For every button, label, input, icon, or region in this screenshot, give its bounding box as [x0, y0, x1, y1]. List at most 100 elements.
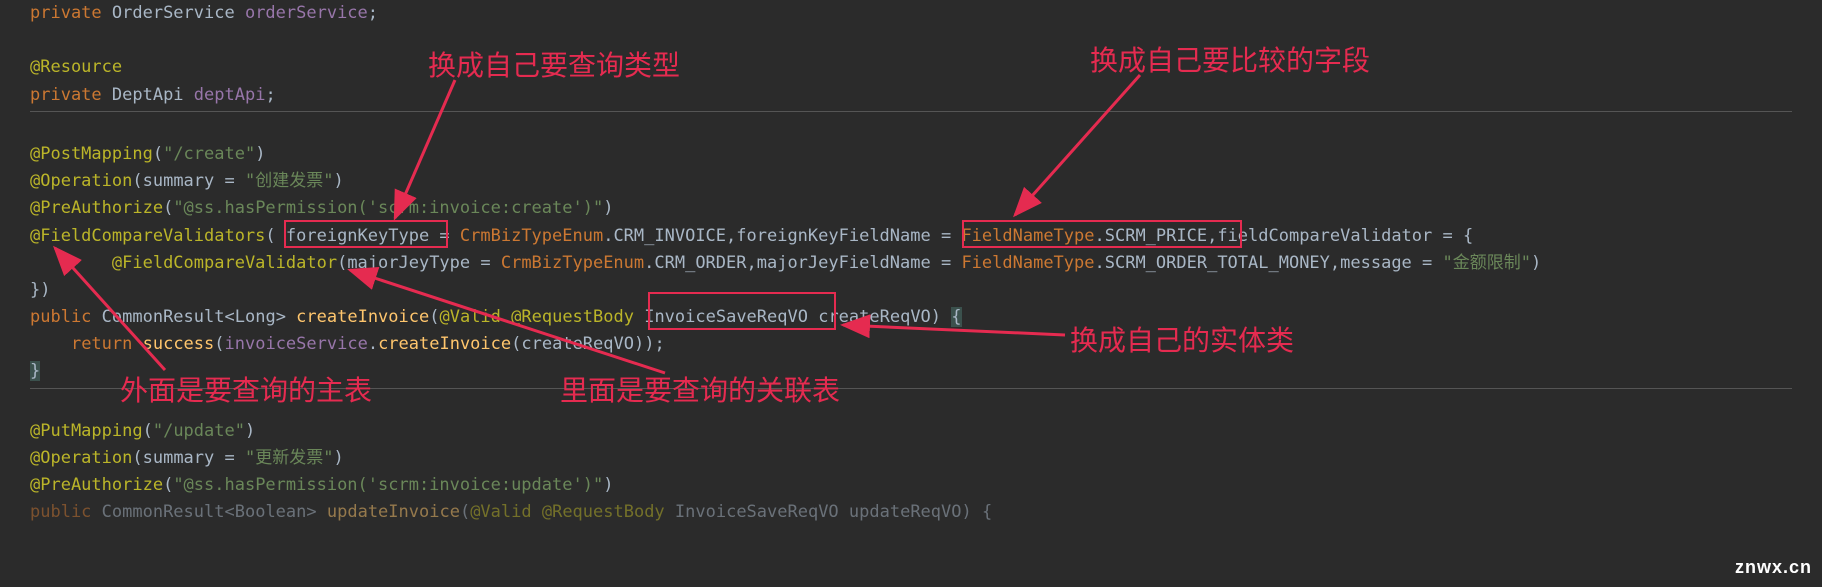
- punct: (: [214, 334, 224, 354]
- code-line: @PostMapping("/create"): [30, 141, 1792, 168]
- keyword: private: [30, 85, 102, 105]
- punct: ): [603, 198, 613, 218]
- punct: =: [439, 226, 459, 246]
- punct: (: [511, 334, 521, 354]
- punct: (: [153, 144, 163, 164]
- method: createInvoice: [378, 334, 511, 354]
- method: success: [143, 334, 215, 354]
- code-line: @Operation(summary = "创建发票"): [30, 168, 1792, 195]
- param: createReqVO: [818, 307, 931, 327]
- field: invoiceService: [225, 334, 368, 354]
- type: CommonResult: [102, 502, 225, 522]
- string: "@ss.hasPermission('scrm:invoice:update'…: [173, 475, 603, 495]
- code-line: }): [30, 277, 1792, 304]
- method: createInvoice: [296, 307, 429, 327]
- type: OrderService: [102, 3, 245, 23]
- divider: [30, 111, 1792, 112]
- enum: FieldNameType: [961, 226, 1094, 246]
- punct: ): [333, 448, 343, 468]
- punct: ): [931, 307, 951, 327]
- punct: );: [644, 334, 664, 354]
- code-line: @PreAuthorize("@ss.hasPermission('scrm:i…: [30, 472, 1792, 499]
- code-line: private DeptApi deptApi;: [30, 82, 1792, 109]
- punct: (: [163, 198, 173, 218]
- annotation: @Resource: [30, 57, 122, 77]
- punct: ;: [368, 3, 378, 23]
- value: .SCRM_PRICE,: [1095, 226, 1218, 246]
- annotation: @Operation: [30, 448, 132, 468]
- punct: ): [333, 171, 343, 191]
- punct: ): [603, 475, 613, 495]
- annotation: @PreAuthorize: [30, 475, 163, 495]
- code-line: @Resource: [30, 54, 1792, 81]
- punct: ) {: [962, 502, 993, 522]
- indent: [30, 253, 112, 273]
- annotation: @PreAuthorize: [30, 198, 163, 218]
- string: "@ss.hasPermission('scrm:invoice:create'…: [173, 198, 603, 218]
- type: Long: [235, 307, 276, 327]
- annotation: @Valid: [470, 502, 542, 522]
- punct: ): [1531, 253, 1541, 273]
- value: .SCRM_ORDER_TOTAL_MONEY,: [1095, 253, 1341, 273]
- annotation: @FieldCompareValidator: [112, 253, 337, 273]
- annotation: @Valid: [439, 307, 511, 327]
- punct: (: [132, 171, 142, 191]
- string: "/update": [153, 421, 245, 441]
- type: InvoiceSaveReqVO: [675, 502, 849, 522]
- annotation: @PutMapping: [30, 421, 143, 441]
- enum: CrmBizTypeEnum: [501, 253, 644, 273]
- brace: {: [951, 307, 961, 327]
- code-line: public CommonResult<Long> createInvoice(…: [30, 304, 1792, 331]
- enum: CrmBizTypeEnum: [460, 226, 603, 246]
- code-line: return success(invoiceService.createInvo…: [30, 331, 1792, 358]
- punct: <: [224, 307, 234, 327]
- annotation: @Operation: [30, 171, 132, 191]
- keyword: return: [71, 334, 143, 354]
- punct: (: [132, 448, 142, 468]
- string: "金额限制": [1443, 253, 1531, 273]
- field: orderService: [245, 3, 368, 23]
- code-line: @PutMapping("/update"): [30, 418, 1792, 445]
- string: "更新发票": [245, 448, 333, 468]
- code-line: @FieldCompareValidators( foreignKeyType …: [30, 223, 1792, 250]
- code-line: @FieldCompareValidator(majorJeyType = Cr…: [30, 250, 1792, 277]
- type: CommonResult: [102, 307, 225, 327]
- code-editor[interactable]: private OrderService orderService; @Reso…: [0, 0, 1822, 527]
- punct: (: [265, 226, 285, 246]
- punct: (: [143, 421, 153, 441]
- value: .CRM_INVOICE,: [603, 226, 736, 246]
- type: DeptApi: [102, 85, 194, 105]
- punct: (: [337, 253, 347, 273]
- annotation: @RequestBody: [542, 502, 675, 522]
- brace: }: [30, 361, 40, 381]
- punct: (: [429, 307, 439, 327]
- field: deptApi: [194, 85, 266, 105]
- annotation: @FieldCompareValidators: [30, 226, 265, 246]
- annotation-text-entity-class: 换成自己的实体类: [1070, 320, 1294, 365]
- type: Boolean: [235, 502, 307, 522]
- keyword: public: [30, 307, 102, 327]
- annotation: @PostMapping: [30, 144, 153, 164]
- annotation-text-related-table: 里面是要查询的关联表: [560, 370, 840, 415]
- keyword: private: [30, 3, 102, 23]
- param: updateReqVO: [849, 502, 962, 522]
- punct: >: [306, 502, 326, 522]
- code-line: @PreAuthorize("@ss.hasPermission('scrm:i…: [30, 195, 1792, 222]
- method: updateInvoice: [327, 502, 460, 522]
- param: summary =: [143, 171, 245, 191]
- param: foreignKeyType: [286, 226, 440, 246]
- arg: createReqVO: [521, 334, 634, 354]
- code-line: public CommonResult<Boolean> updateInvoi…: [30, 499, 1792, 526]
- punct: ): [245, 421, 255, 441]
- type: InvoiceSaveReqVO: [644, 307, 818, 327]
- annotation-text-main-table: 外面是要查询的主表: [120, 370, 372, 415]
- code-line: [30, 114, 1792, 141]
- string: "/create": [163, 144, 255, 164]
- punct: <: [224, 502, 234, 522]
- param: fieldCompareValidator = {: [1217, 226, 1473, 246]
- annotation-text-compare-field: 换成自己要比较的字段: [1090, 40, 1370, 85]
- punct: ): [634, 334, 644, 354]
- code-line: [30, 27, 1792, 54]
- indent: [30, 334, 71, 354]
- punct: ;: [265, 85, 275, 105]
